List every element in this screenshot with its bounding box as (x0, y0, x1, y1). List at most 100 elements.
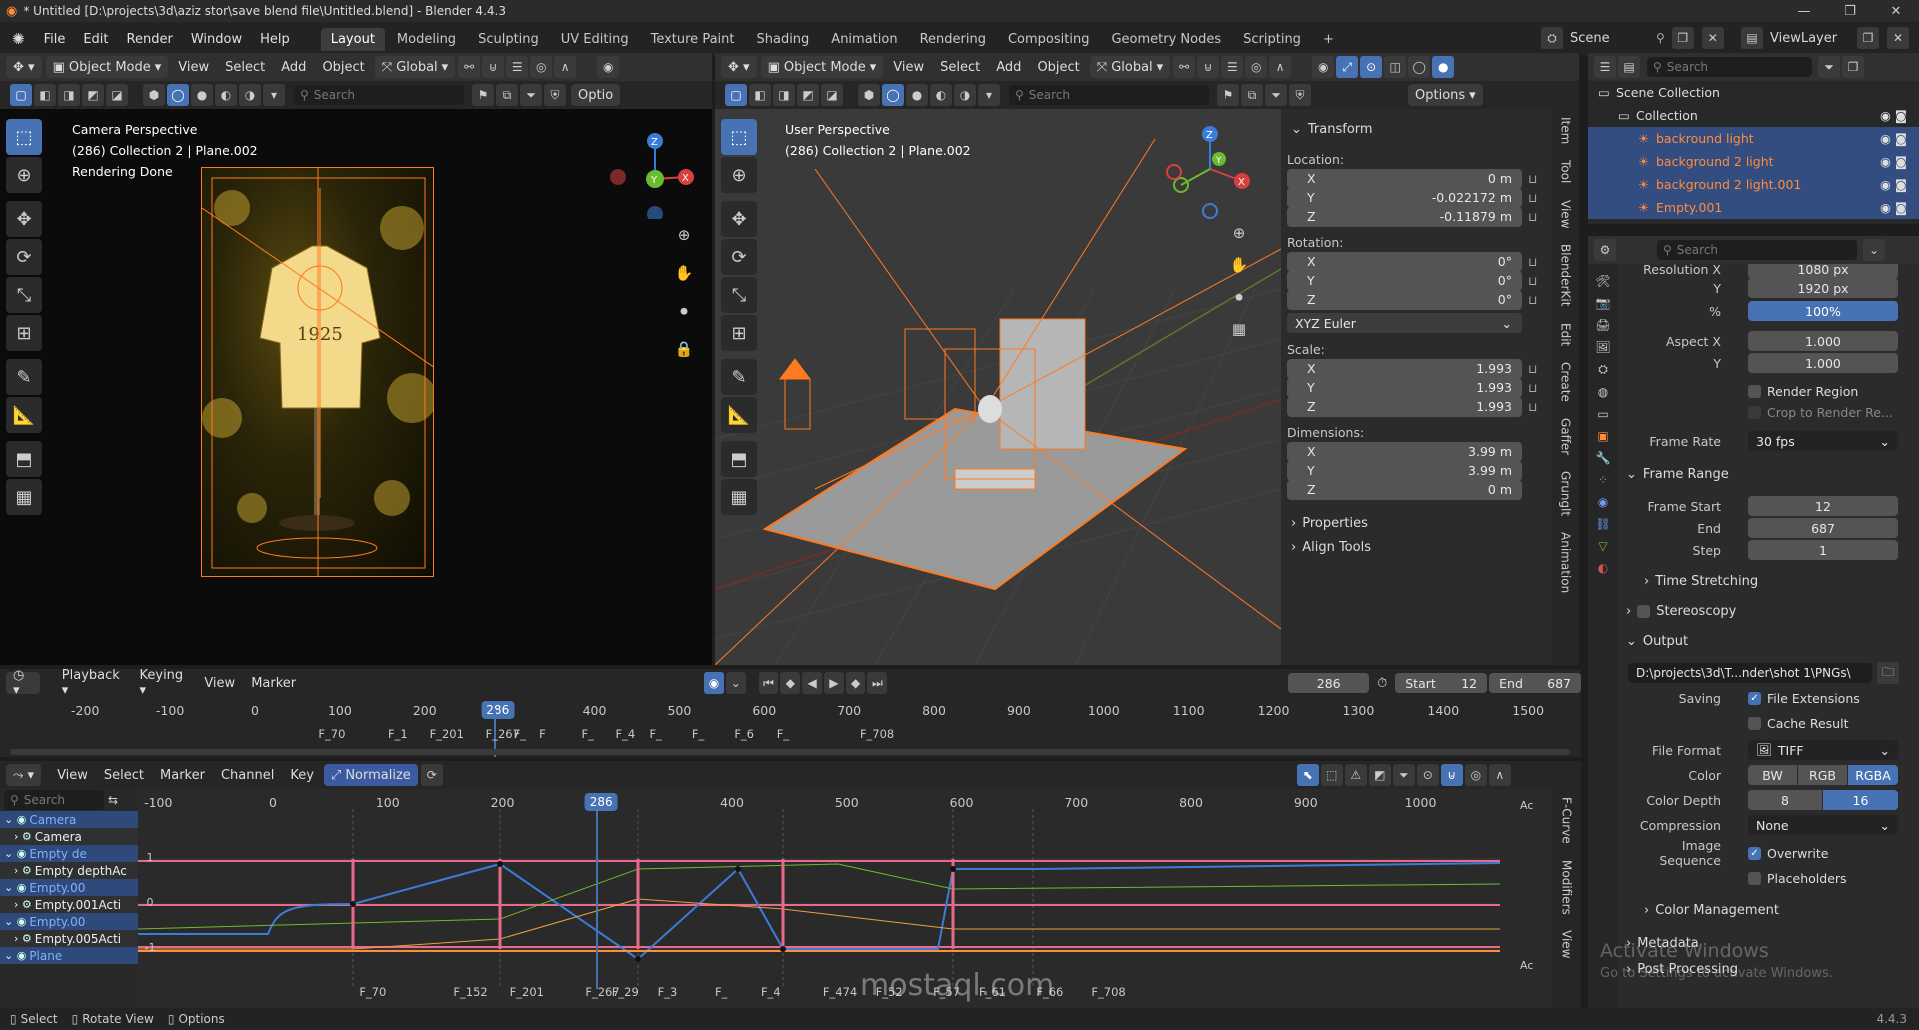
tab-rendering[interactable]: Rendering (910, 28, 996, 51)
right-menu-object[interactable]: Object (1029, 60, 1087, 75)
lock-icon[interactable]: ⊔ (1528, 172, 1544, 186)
timeline-menu-marker[interactable]: Marker (243, 676, 304, 691)
hidden-channels-icon[interactable]: ⬚ (1320, 764, 1343, 786)
right-snap-icon[interactable]: ⊍ (1197, 56, 1220, 78)
maximize-button[interactable]: ❐ (1827, 0, 1873, 22)
tab-animation[interactable]: Animation (821, 28, 907, 51)
timeline-marker[interactable]: F_708 (860, 727, 894, 741)
aspect-x-field[interactable]: 1.000 (1748, 331, 1898, 351)
graph-filter-icon[interactable]: ⏷ (1392, 764, 1415, 786)
output-section[interactable]: ⌄ Output (1626, 629, 1911, 653)
right-cursor-tool-icon[interactable]: ⊕ (721, 157, 757, 193)
tab-view[interactable]: View (1559, 192, 1573, 236)
menu-window[interactable]: Window (182, 32, 251, 47)
select-invert-icon[interactable]: ◩ (82, 84, 104, 106)
right-filter-icon[interactable]: ⏷ (1265, 84, 1287, 106)
tab-tool[interactable]: Tool (1559, 152, 1573, 191)
perspective-grid-icon[interactable]: ▦ (1225, 315, 1253, 343)
remove-scene-icon[interactable]: ✕ (1701, 27, 1724, 49)
select-tool-icon[interactable]: ⬚ (6, 119, 42, 155)
left-options-button[interactable]: Optio (571, 84, 621, 106)
play-icon[interactable]: ▶ (823, 672, 844, 694)
collection-tab-icon[interactable]: ▭ (1597, 407, 1608, 421)
timeline-marker[interactable]: F_ (692, 727, 704, 741)
right-zoom-icon[interactable]: ⊕ (1225, 219, 1253, 247)
prev-key-icon[interactable]: ◆ (780, 672, 801, 694)
new-viewlayer-icon[interactable]: ❐ (1857, 27, 1879, 49)
crop-row[interactable]: Crop to Render Re... (1748, 401, 1918, 423)
view-layer-tab-icon[interactable]: 🖼 (1595, 340, 1610, 354)
frame-step-field[interactable]: 1 (1748, 540, 1898, 560)
end-frame-field[interactable]: End 687 (1489, 673, 1581, 693)
xray-icon[interactable]: ◫ (1384, 56, 1407, 78)
left-viewport-search[interactable]: ⚲ Search (294, 85, 464, 105)
stereoscopy-checkbox[interactable] (1637, 604, 1651, 618)
transform-section[interactable]: ⌄ Transform (1281, 117, 1552, 141)
frame-end-field[interactable]: 687 (1748, 518, 1898, 538)
tab-uv-editing[interactable]: UV Editing (551, 28, 639, 51)
pivot-icon[interactable]: ⚯ (458, 56, 481, 78)
channel-row[interactable]: › ⚙ Empty depthAc (0, 862, 138, 879)
snap-settings-icon[interactable]: ☰ (506, 56, 529, 78)
location-z-field[interactable]: Z -0.11879 m (1287, 206, 1522, 227)
timeline-marker[interactable]: F_ (582, 727, 594, 741)
timeline-editor-type[interactable]: ◷ ▾ (6, 668, 40, 698)
channel-row[interactable]: ⌄ ◉ Empty de (0, 845, 138, 862)
properties-options-icon[interactable]: ⌄ (1863, 239, 1885, 261)
right-select-extend-icon[interactable]: ◧ (749, 84, 771, 106)
select-subtract-icon[interactable]: ◨ (58, 84, 80, 106)
left-menu-object[interactable]: Object (314, 60, 372, 75)
jump-start-icon[interactable]: ⏮ (758, 672, 779, 694)
right-render-icon[interactable]: ◑ (954, 84, 976, 106)
channel-search[interactable]: ⚲ Search (4, 790, 104, 810)
bookmark-icon[interactable]: ⚑ (472, 84, 494, 106)
graph-menu-select[interactable]: Select (96, 768, 152, 783)
lock-icon[interactable]: ⊔ (1528, 255, 1544, 269)
fcurve-canvas[interactable] (138, 809, 1500, 989)
properties-search[interactable]: ⚲ Search (1657, 240, 1857, 260)
object-tab-icon[interactable]: ▣ (1597, 429, 1608, 443)
left-menu-add[interactable]: Add (273, 60, 314, 75)
refresh-icon[interactable]: ⟳ (420, 764, 443, 786)
right-snap-settings-icon[interactable]: ☰ (1221, 56, 1244, 78)
material-tab-icon[interactable]: ◐ (1598, 561, 1608, 575)
properties-section[interactable]: › Properties (1281, 511, 1552, 535)
stopwatch-icon[interactable]: ⏱ (1377, 676, 1387, 691)
overwrite-checkbox[interactable]: ✓ (1748, 846, 1761, 860)
right-select-invert-icon[interactable]: ◩ (797, 84, 819, 106)
lock-icon[interactable]: ⊔ (1528, 400, 1544, 414)
color-depth-16-option[interactable]: 16 (1823, 790, 1898, 810)
placeholders-option[interactable]: Placeholders (1748, 871, 1847, 886)
graph-menu-channel[interactable]: Channel (213, 768, 282, 783)
tab-grunglt[interactable]: Grunglt (1559, 463, 1573, 524)
right-menu-view[interactable]: View (885, 60, 932, 75)
channel-row[interactable]: › ⚙ Camera (0, 828, 138, 845)
start-frame-field[interactable]: Start 12 (1395, 673, 1488, 693)
errors-icon[interactable]: ⚠ (1344, 764, 1367, 786)
tab-create[interactable]: Create (1559, 354, 1573, 410)
proportional-icon[interactable]: ◎ (530, 56, 553, 78)
ghost-curves-icon[interactable]: ◩ (1368, 764, 1391, 786)
right-rotate-tool-icon[interactable]: ⟳ (721, 239, 757, 275)
rotate-tool-icon[interactable]: ⟳ (6, 239, 42, 275)
data-tab-icon[interactable]: ▽ (1598, 539, 1607, 553)
graph-menu-view[interactable]: View (43, 768, 96, 783)
timeline-menu-view[interactable]: View (196, 676, 243, 691)
channel-row[interactable]: ⌄ ◉ Plane (0, 947, 138, 964)
lock-icon[interactable]: ⊔ (1528, 293, 1544, 307)
right-navigation-gizmo[interactable]: Z X Y (1155, 119, 1265, 219)
keying-options-icon[interactable]: ⌄ (725, 672, 746, 694)
color-management-section[interactable]: › Color Management (1644, 898, 1911, 922)
world-tab-icon[interactable]: ◍ (1598, 385, 1608, 399)
tab-texture-paint[interactable]: Texture Paint (641, 28, 745, 51)
tab-modeling[interactable]: Modeling (387, 28, 466, 51)
timeline-marker[interactable]: F_70 (318, 727, 345, 741)
left-menu-view[interactable]: View (170, 60, 217, 75)
outliner-item[interactable]: ☀ background 2 light.001 ◉ ◙ (1588, 173, 1919, 196)
viewlayer-selector[interactable]: ▤ ViewLayer ❐ ✕ (1740, 27, 1910, 49)
outliner-item[interactable]: ☀ background 2 light ◉ ◙ (1588, 150, 1919, 173)
right-camera-view-icon[interactable]: ⏺ (1225, 283, 1253, 311)
cache-result-option[interactable]: Cache Result (1748, 716, 1848, 731)
camera-view-icon[interactable]: ⏺ (670, 297, 698, 325)
right-scale-tool-icon[interactable]: ⤡ (721, 277, 757, 313)
